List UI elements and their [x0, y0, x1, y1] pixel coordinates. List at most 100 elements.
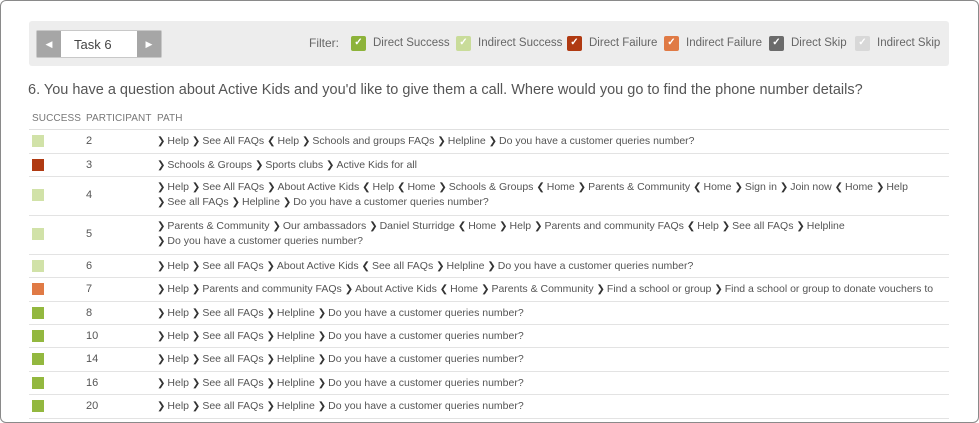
path-step: ❯ Help	[157, 135, 189, 147]
chevron-right-icon: ❯	[721, 221, 731, 232]
navigation-path: ❯ Help ❯ See all FAQs ❯ Helpline ❯ Do you ha…	[157, 306, 947, 321]
path-step: ❯ Schools & Groups	[157, 159, 252, 171]
chevron-right-icon: ❯	[191, 261, 201, 272]
filter-direct-skip-label: Direct Skip	[791, 37, 847, 49]
path-step-label: See all FAQs	[732, 220, 794, 232]
header-path: PATH	[157, 113, 183, 124]
path-step-label: Helpline	[276, 400, 315, 412]
chevron-right-icon: ❯	[272, 221, 281, 232]
chevron-right-icon: ❯	[326, 160, 335, 171]
chevron-left-icon: ❮	[693, 182, 702, 193]
path-step-label: Do you have a customer queries number?	[167, 235, 363, 247]
navigation-path: ❯ Parents & Community ❯ Our ambassadors ❯ D…	[157, 219, 947, 249]
path-step-label: Helpline	[447, 135, 486, 147]
path-step: ❯ Help	[157, 283, 189, 295]
path-step-label: Helpline	[276, 307, 315, 319]
path-step-label: Our ambassadors	[282, 220, 367, 232]
chevron-right-icon: ❯	[157, 197, 166, 208]
path-step-label: Help	[697, 220, 719, 232]
chevron-right-icon: ❯	[191, 182, 201, 193]
path-step-label: Help	[167, 330, 189, 342]
chevron-left-icon: ◀	[45, 38, 53, 49]
success-indicator	[32, 353, 44, 365]
filter-direct-failure[interactable]: ✓ Direct Failure	[567, 35, 657, 51]
navigation-path: ❯ Help ❯ See All FAQs ❯ About Active Kids ❮…	[157, 180, 947, 210]
chevron-left-icon: ❮	[536, 182, 545, 193]
path-step: ❯ Find a school or group	[597, 283, 712, 295]
path-step: ❯ Parents & Community	[157, 220, 270, 232]
chevron-right-icon: ❯	[779, 182, 789, 193]
chevron-right-icon: ❯	[317, 378, 327, 389]
participant-id: 7	[86, 283, 93, 295]
chevron-left-icon: ❮	[457, 221, 467, 232]
path-step-label: Parents & Community	[588, 181, 691, 193]
path-step: ❯ Parents & Community	[578, 181, 691, 193]
chevron-right-icon: ❯	[191, 136, 201, 147]
chevron-right-icon: ❯	[157, 221, 166, 232]
path-step-label: Helpline	[276, 353, 315, 365]
path-step: ❮ Home	[536, 181, 574, 193]
path-step-label: Do you have a customer queries number?	[499, 135, 695, 147]
chevron-right-icon: ❯	[266, 261, 275, 272]
checkbox-checked-icon[interactable]: ✓	[456, 35, 471, 51]
chevron-right-icon: ❯	[157, 378, 166, 389]
path-step: ❯ Do you have a customer queries number?	[157, 235, 363, 247]
success-indicator	[32, 228, 44, 240]
path-step: ❯ See all FAQs	[192, 307, 264, 319]
path-step: ❯ Sign in	[734, 181, 777, 193]
path-step: ❯ See All FAQs	[192, 181, 264, 193]
table-row: 5 ❯ Parents & Community ❯ Our ambassadors ❯…	[29, 216, 949, 255]
chevron-left-icon: ❮	[361, 261, 370, 272]
participant-id: 8	[86, 307, 93, 319]
path-step: ❯ See all FAQs	[722, 220, 794, 232]
path-step: ❮ Home	[458, 220, 496, 232]
path-step: ❯ Schools & Groups	[438, 181, 533, 193]
path-step: ❮ Home	[440, 283, 478, 295]
path-step-label: Do you have a customer queries number?	[328, 353, 524, 365]
filter-indirect-success[interactable]: ✓ Indirect Success	[456, 35, 562, 51]
chevron-right-icon: ❯	[266, 354, 275, 365]
path-step: ❯ Schools and groups FAQs	[302, 135, 434, 147]
chevron-right-icon: ❯	[191, 378, 201, 389]
filter-direct-success[interactable]: ✓ Direct Success	[351, 35, 450, 51]
path-step: ❯ Help	[499, 220, 531, 232]
path-step-label: Do you have a customer queries number?	[328, 400, 524, 412]
checkbox-checked-icon[interactable]: ✓	[351, 35, 366, 51]
chevron-left-icon: ❮	[834, 182, 844, 193]
checkbox-checked-icon[interactable]: ✓	[567, 35, 582, 51]
path-step: ❮ Help	[267, 135, 299, 147]
path-step: ❯ Helpline	[436, 260, 484, 272]
header-success: SUCCESS	[32, 113, 82, 124]
path-step: ❮ Home	[397, 181, 435, 193]
participant-id: 3	[86, 159, 93, 171]
table-row: 14 ❯ Help ❯ See all FAQs ❯ Helpline ❯ Do you …	[29, 348, 949, 372]
chevron-right-icon: ❯	[317, 401, 327, 412]
success-indicator	[32, 400, 44, 412]
next-task-button[interactable]: ▶	[137, 31, 161, 57]
chevron-right-icon: ❯	[534, 221, 543, 232]
path-step-label: See All FAQs	[202, 181, 265, 193]
path-step: ❯ See all FAQs	[192, 400, 264, 412]
checkbox-checked-icon[interactable]: ✓	[769, 35, 784, 51]
filter-indirect-skip[interactable]: ✓ Indirect Skip	[855, 35, 940, 51]
chevron-right-icon: ❯	[596, 284, 605, 295]
path-step-label: About Active Kids	[277, 181, 360, 193]
checkbox-checked-icon[interactable]: ✓	[664, 35, 679, 51]
navigation-path: ❯ Help ❯ See all FAQs ❯ About Active Kids ❮…	[157, 259, 947, 274]
path-step-label: Join now	[790, 181, 832, 193]
path-step: ❯ See all FAQs	[157, 196, 229, 208]
previous-task-button[interactable]: ◀	[37, 31, 61, 57]
checkbox-checked-icon[interactable]: ✓	[855, 35, 870, 51]
filter-direct-skip[interactable]: ✓ Direct Skip	[769, 35, 847, 51]
path-step: ❯ See all FAQs	[192, 377, 264, 389]
chevron-right-icon: ❯	[157, 401, 166, 412]
filter-indirect-failure[interactable]: ✓ Indirect Failure	[664, 35, 762, 51]
path-step-label: Do you have a customer queries number?	[328, 307, 524, 319]
participant-id: 2	[86, 135, 93, 147]
navigation-path: ❯ Help ❯ See All FAQs ❮ Help ❯ Schools and g…	[157, 134, 947, 149]
chevron-right-icon: ❯	[577, 182, 587, 193]
path-step: ❯ Parents and community FAQs	[192, 283, 342, 295]
chevron-right-icon: ❯	[714, 284, 723, 295]
path-step: ❮ Help	[362, 181, 394, 193]
table-row: 2 ❯ Help ❯ See All FAQs ❮ Help ❯ Schools and …	[29, 130, 949, 154]
